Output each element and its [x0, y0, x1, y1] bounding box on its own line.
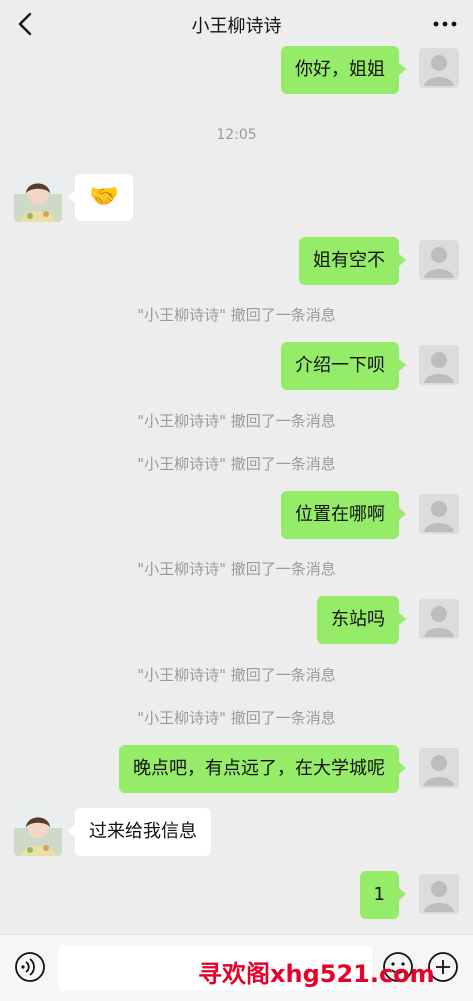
my-avatar[interactable] — [419, 748, 459, 788]
default-avatar-icon — [419, 240, 459, 280]
default-avatar-icon — [419, 748, 459, 788]
default-avatar-icon — [419, 494, 459, 534]
message-bubble-received[interactable]: 过来给我信息 — [68, 808, 211, 856]
recall-notice: "小王柳诗诗" 撤回了一条消息 — [137, 709, 336, 727]
timestamp: 12:05 — [216, 127, 257, 143]
message-list[interactable]: 你好，姐姐 12:05 🤝 姐有空不 "小王柳诗诗" 撤回了一条消息 介绍一下呗… — [0, 0, 473, 934]
my-avatar[interactable] — [419, 240, 459, 280]
message-bubble-sent[interactable]: 你好，姐姐 — [281, 46, 406, 94]
voice-icon[interactable] — [14, 951, 46, 983]
default-avatar-icon — [419, 874, 459, 914]
my-avatar[interactable] — [419, 874, 459, 914]
recall-notice: "小王柳诗诗" 撤回了一条消息 — [137, 412, 336, 430]
message-bubble-received[interactable]: 🤝 — [68, 174, 133, 221]
recall-notice: "小王柳诗诗" 撤回了一条消息 — [137, 306, 336, 324]
default-avatar-icon — [419, 599, 459, 639]
my-avatar[interactable] — [419, 48, 459, 88]
my-avatar[interactable] — [419, 494, 459, 534]
recall-notice: "小王柳诗诗" 撤回了一条消息 — [137, 560, 336, 578]
contact-photo-icon — [14, 174, 62, 222]
message-bubble-sent[interactable]: 介绍一下呗 — [281, 342, 406, 390]
handshake-emoji: 🤝 — [89, 182, 119, 210]
my-avatar[interactable] — [419, 345, 459, 385]
contact-avatar[interactable] — [14, 808, 62, 856]
message-bubble-sent[interactable]: 1 — [359, 871, 407, 919]
recall-notice: "小王柳诗诗" 撤回了一条消息 — [137, 455, 336, 473]
contact-photo-icon — [14, 808, 62, 856]
message-bubble-sent[interactable]: 位置在哪啊 — [281, 491, 406, 539]
message-bubble-sent[interactable]: 晚点吧，有点远了，在大学城呢 — [119, 745, 406, 793]
watermark-text: 寻欢阁xhg521.com — [198, 960, 435, 988]
recall-notice: "小王柳诗诗" 撤回了一条消息 — [137, 666, 336, 684]
contact-avatar[interactable] — [14, 174, 62, 222]
message-bubble-sent[interactable]: 东站吗 — [317, 596, 406, 644]
my-avatar[interactable] — [419, 599, 459, 639]
default-avatar-icon — [419, 48, 459, 88]
message-bubble-sent[interactable]: 姐有空不 — [299, 237, 406, 285]
default-avatar-icon — [419, 345, 459, 385]
